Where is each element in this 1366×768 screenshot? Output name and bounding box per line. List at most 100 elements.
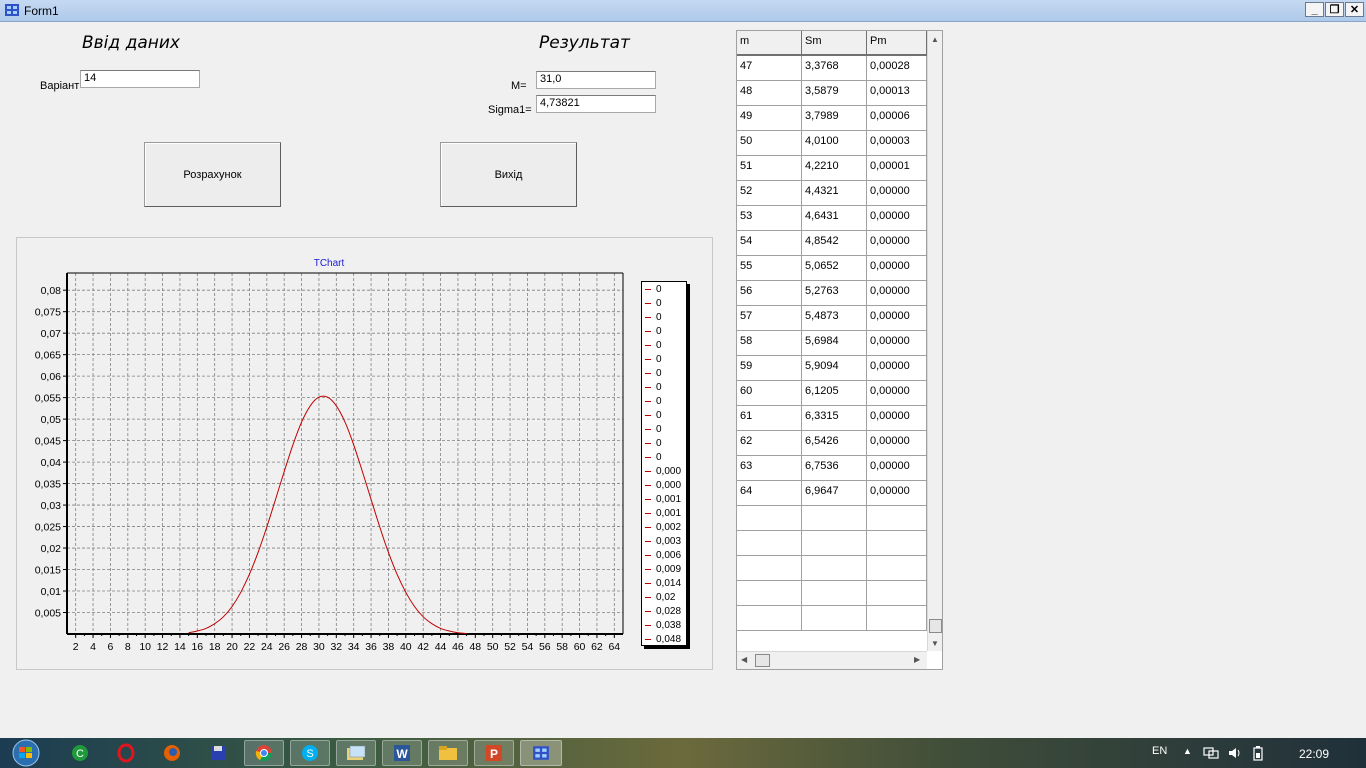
table-cell[interactable]: 62 [737,431,802,456]
table-cell[interactable]: 60 [737,381,802,406]
table-cell[interactable]: 3,5879 [802,81,867,106]
table-cell[interactable] [737,531,802,556]
table-cell[interactable]: 52 [737,181,802,206]
table-cell[interactable] [737,581,802,606]
restore-button[interactable]: ❐ [1325,2,1344,17]
table-cell[interactable] [802,606,867,631]
table-cell[interactable] [802,506,867,531]
table-cell[interactable]: 50 [737,131,802,156]
language-indicator[interactable]: EN [1152,745,1167,757]
table-cell[interactable] [867,506,927,531]
table-cell[interactable]: 4,4321 [802,181,867,206]
table-cell[interactable]: 0,00000 [867,381,927,406]
table-cell[interactable]: 0,00000 [867,456,927,481]
table-cell[interactable]: 0,00000 [867,331,927,356]
table-cell[interactable] [867,531,927,556]
table-cell[interactable]: 51 [737,156,802,181]
table-cell[interactable]: 4,8542 [802,231,867,256]
table-cell[interactable] [737,506,802,531]
network-icon[interactable] [1203,746,1219,760]
firefox-icon[interactable] [152,740,192,766]
table-cell[interactable]: 54 [737,231,802,256]
table-cell[interactable]: 59 [737,356,802,381]
table-cell[interactable]: 0,00000 [867,481,927,506]
table-cell[interactable]: 58 [737,331,802,356]
column-header-m[interactable]: m [737,31,802,56]
word-icon[interactable]: W [382,740,422,766]
table-cell[interactable]: 6,5426 [802,431,867,456]
table-cell[interactable]: 53 [737,206,802,231]
table-cell[interactable]: 63 [737,456,802,481]
table-cell[interactable]: 0,00000 [867,181,927,206]
table-cell[interactable]: 49 [737,106,802,131]
table-cell[interactable]: 5,4873 [802,306,867,331]
table-cell[interactable]: 3,7989 [802,106,867,131]
show-hidden-icons-icon[interactable]: ▲ [1183,746,1192,756]
table-cell[interactable]: 4,0100 [802,131,867,156]
table-cell[interactable]: 0,00028 [867,56,927,81]
table-cell[interactable]: 48 [737,81,802,106]
table-cell[interactable]: 4,2210 [802,156,867,181]
table-cell[interactable]: 6,3315 [802,406,867,431]
table-cell[interactable]: 0,00006 [867,106,927,131]
horizontal-scroll-thumb[interactable] [755,654,770,667]
chrome-icon[interactable] [244,740,284,766]
opera-icon[interactable] [106,740,146,766]
column-header-pm[interactable]: Pm [867,31,927,56]
table-cell[interactable]: 61 [737,406,802,431]
table-cell[interactable]: 64 [737,481,802,506]
minimize-button[interactable]: _ [1305,2,1324,17]
powerpoint-icon[interactable]: P [474,740,514,766]
table-cell[interactable]: 5,0652 [802,256,867,281]
scroll-left-icon[interactable]: ◀ [741,655,747,664]
table-cell[interactable] [802,556,867,581]
scroll-right-icon[interactable]: ▶ [914,655,920,664]
table-cell[interactable]: 5,2763 [802,281,867,306]
ccleaner-icon[interactable]: C [60,740,100,766]
volume-icon[interactable] [1227,746,1243,760]
table-cell[interactable]: 6,9647 [802,481,867,506]
table-cell[interactable]: 6,7536 [802,456,867,481]
table-cell[interactable]: 0,00000 [867,431,927,456]
save-disk-icon[interactable] [198,740,238,766]
table-cell[interactable]: 57 [737,306,802,331]
table-cell[interactable]: 55 [737,256,802,281]
vertical-scrollbar[interactable]: ▲ ▼ [927,31,942,651]
table-cell[interactable]: 0,00000 [867,231,927,256]
folder-pictures-icon[interactable] [336,740,376,766]
table-cell[interactable]: 0,00003 [867,131,927,156]
table-cell[interactable] [737,556,802,581]
table-cell[interactable]: 0,00000 [867,206,927,231]
scroll-up-icon[interactable]: ▲ [931,35,939,44]
column-header-sm[interactable]: Sm [802,31,867,56]
table-cell[interactable]: 4,6431 [802,206,867,231]
close-button[interactable]: ✕ [1345,2,1364,17]
table-cell[interactable] [802,531,867,556]
table-cell[interactable] [867,606,927,631]
table-cell[interactable]: 0,00000 [867,356,927,381]
clock[interactable]: 22:09 [1299,747,1329,761]
windows-orb-icon[interactable] [6,739,46,767]
delphi-app-icon[interactable] [520,740,562,766]
skype-icon[interactable]: S [290,740,330,766]
table-cell[interactable]: 6,1205 [802,381,867,406]
table-cell[interactable]: 0,00000 [867,256,927,281]
vertical-scroll-thumb[interactable] [929,619,942,633]
horizontal-scrollbar[interactable]: ◀ ▶ [737,651,927,669]
table-cell[interactable] [737,606,802,631]
table-cell[interactable]: 5,6984 [802,331,867,356]
table-cell[interactable] [867,556,927,581]
table-cell[interactable]: 0,00000 [867,306,927,331]
battery-icon[interactable] [1251,745,1265,761]
table-cell[interactable] [802,581,867,606]
scroll-down-icon[interactable]: ▼ [931,639,939,648]
table-cell[interactable]: 56 [737,281,802,306]
results-grid[interactable]: m Sm Pm 47 3,3768 0,00028 48 3,5879 0,00013 49 3,7… [736,30,943,670]
table-cell[interactable] [867,581,927,606]
table-cell[interactable]: 0,00013 [867,81,927,106]
table-cell[interactable]: 3,3768 [802,56,867,81]
table-cell[interactable]: 5,9094 [802,356,867,381]
table-cell[interactable]: 0,00000 [867,281,927,306]
table-cell[interactable]: 0,00001 [867,156,927,181]
table-cell[interactable]: 47 [737,56,802,81]
